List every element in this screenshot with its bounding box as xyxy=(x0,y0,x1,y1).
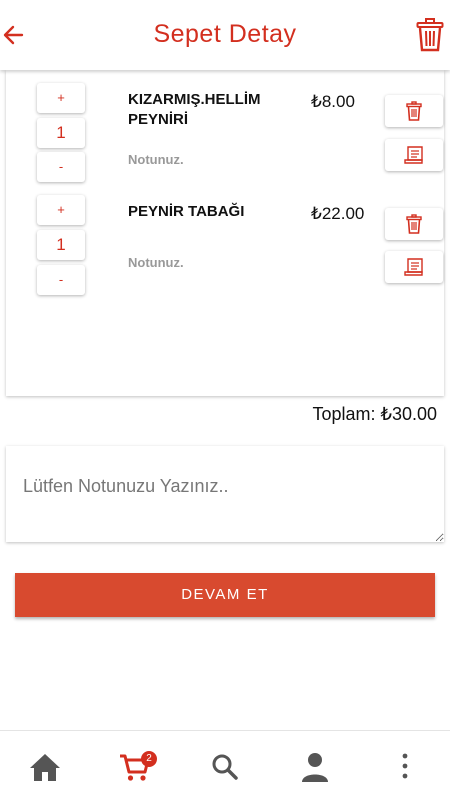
cart-total: Toplam: ₺30.00 xyxy=(312,404,437,424)
search-icon xyxy=(212,754,238,780)
app-header: Sepet Detay xyxy=(0,0,450,70)
note-icon xyxy=(404,258,423,276)
trash-icon xyxy=(416,18,444,52)
quantity-value: 1 xyxy=(37,118,85,148)
continue-button[interactable]: DEVAM ET xyxy=(15,573,435,617)
nav-search[interactable] xyxy=(208,751,242,783)
increase-quantity-button[interactable]: + xyxy=(37,195,85,225)
decrease-quantity-button[interactable]: - xyxy=(37,152,85,182)
cart-items-card: + 1 - KIZARMIŞ.HELLİM PEYNİRİ Notunuz. ₺… xyxy=(6,70,444,396)
add-note-button[interactable] xyxy=(385,251,443,283)
item-name: KIZARMIŞ.HELLİM PEYNİRİ xyxy=(128,91,261,128)
bottom-navigation xyxy=(0,730,450,800)
nav-profile[interactable] xyxy=(298,751,332,783)
order-note-box xyxy=(6,446,444,542)
decrease-quantity-button[interactable]: - xyxy=(37,265,85,295)
trash-icon xyxy=(406,214,422,234)
nav-more[interactable] xyxy=(388,751,422,783)
home-icon xyxy=(30,754,60,781)
increase-quantity-button[interactable]: + xyxy=(37,83,85,113)
item-note: Notunuz. xyxy=(128,255,184,270)
cart-count-badge: 2 xyxy=(141,751,157,767)
item-price: ₺8.00 xyxy=(311,92,355,111)
delete-item-button[interactable] xyxy=(385,95,443,127)
order-note-input[interactable] xyxy=(6,446,444,542)
user-icon xyxy=(302,753,328,782)
note-icon xyxy=(404,146,423,164)
item-note: Notunuz. xyxy=(128,152,184,167)
item-price: ₺22.00 xyxy=(311,204,365,223)
quantity-value: 1 xyxy=(37,230,85,260)
page-title: Sepet Detay xyxy=(153,20,297,48)
add-note-button[interactable] xyxy=(385,139,443,171)
clear-cart-button[interactable] xyxy=(416,16,444,54)
more-vertical-icon xyxy=(402,753,408,779)
nav-home[interactable] xyxy=(28,751,62,783)
delete-item-button[interactable] xyxy=(385,208,443,240)
item-name: PEYNİR TABAĞI xyxy=(128,203,245,220)
trash-icon xyxy=(406,101,422,121)
